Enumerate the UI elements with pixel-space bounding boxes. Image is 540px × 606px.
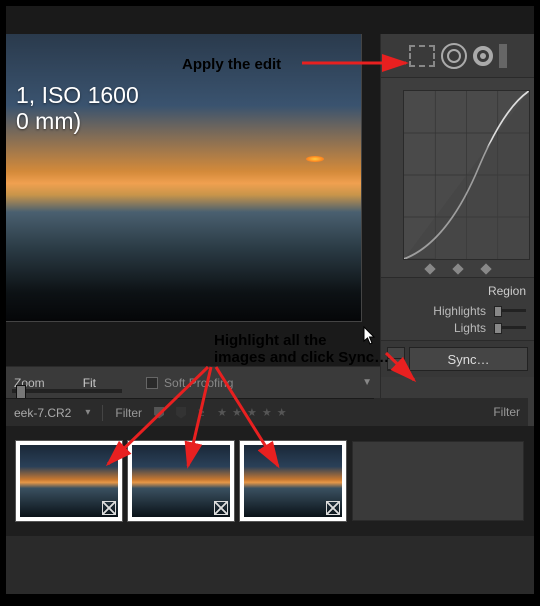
filmstrip-filter-bar: eek-7.CR2 ▾ Filter ≥ ★ ★ ★ ★ ★ (6, 398, 380, 426)
slider-row-lights: Lights (389, 319, 526, 336)
slider-label: Lights (454, 321, 486, 335)
right-filter-bar: Filter (374, 398, 528, 426)
rating-filter[interactable]: ★ ★ ★ ★ ★ (217, 406, 288, 419)
flag-reject-filter-icon[interactable] (176, 407, 186, 419)
tone-region-block: Region Highlights Lights (381, 278, 534, 340)
lights-slider[interactable] (494, 326, 526, 329)
filmstrip-thumb[interactable] (240, 441, 346, 521)
region-label: Region (389, 284, 526, 298)
tool-strip (381, 34, 534, 78)
current-filename: eek-7.CR2 (14, 406, 71, 420)
fit-label[interactable]: Fit (83, 376, 96, 390)
flag-filter-icon[interactable] (154, 407, 164, 419)
sync-button[interactable]: Sync… (409, 347, 528, 371)
soft-proofing-toggle[interactable]: Soft Proofing (146, 376, 233, 390)
highlights-slider[interactable] (494, 309, 526, 312)
slider-row-highlights: Highlights (389, 302, 526, 319)
separator (102, 405, 103, 421)
zoom-slider[interactable] (12, 389, 122, 393)
filmstrip-empty (352, 441, 524, 521)
slider-label: Highlights (433, 304, 486, 318)
meta-line-2: 0 mm) (16, 108, 139, 134)
filter-label[interactable]: Filter (115, 406, 142, 420)
main-preview-image[interactable]: 1, ISO 1600 0 mm) (6, 34, 362, 322)
mouse-cursor-icon (363, 326, 377, 346)
right-filter-label[interactable]: Filter (493, 405, 520, 419)
annotation-apply-edit: Apply the edit (182, 56, 281, 73)
panel-toggle-icon[interactable] (499, 44, 507, 68)
crop-tool-icon[interactable] (409, 45, 435, 67)
bottom-padding (6, 536, 534, 594)
radial-tool-icon[interactable] (473, 46, 493, 66)
filename-dropdown-icon[interactable]: ▾ (85, 407, 90, 418)
preview-toolbar: Zoom Fit Soft Proofing ▼ (6, 366, 380, 398)
tone-curve-graph[interactable] (403, 90, 530, 260)
filmstrip (6, 426, 534, 536)
soft-proof-label: Soft Proofing (164, 376, 233, 390)
sync-switch-button[interactable] (387, 347, 405, 371)
curve-region-markers[interactable] (403, 265, 530, 273)
filmstrip-thumb[interactable] (16, 441, 122, 521)
dropdown-triangle-icon[interactable]: ▼ (362, 377, 372, 388)
tone-curve-panel (381, 78, 534, 278)
rating-compare-icon[interactable]: ≥ (198, 407, 205, 419)
sync-bar: Sync… (381, 340, 534, 377)
checkbox-icon[interactable] (146, 377, 158, 389)
photo-metadata-overlay: 1, ISO 1600 0 mm) (16, 82, 139, 135)
meta-line-1: 1, ISO 1600 (16, 82, 139, 108)
filmstrip-thumb[interactable] (128, 441, 234, 521)
redeye-tool-icon[interactable] (441, 43, 467, 69)
